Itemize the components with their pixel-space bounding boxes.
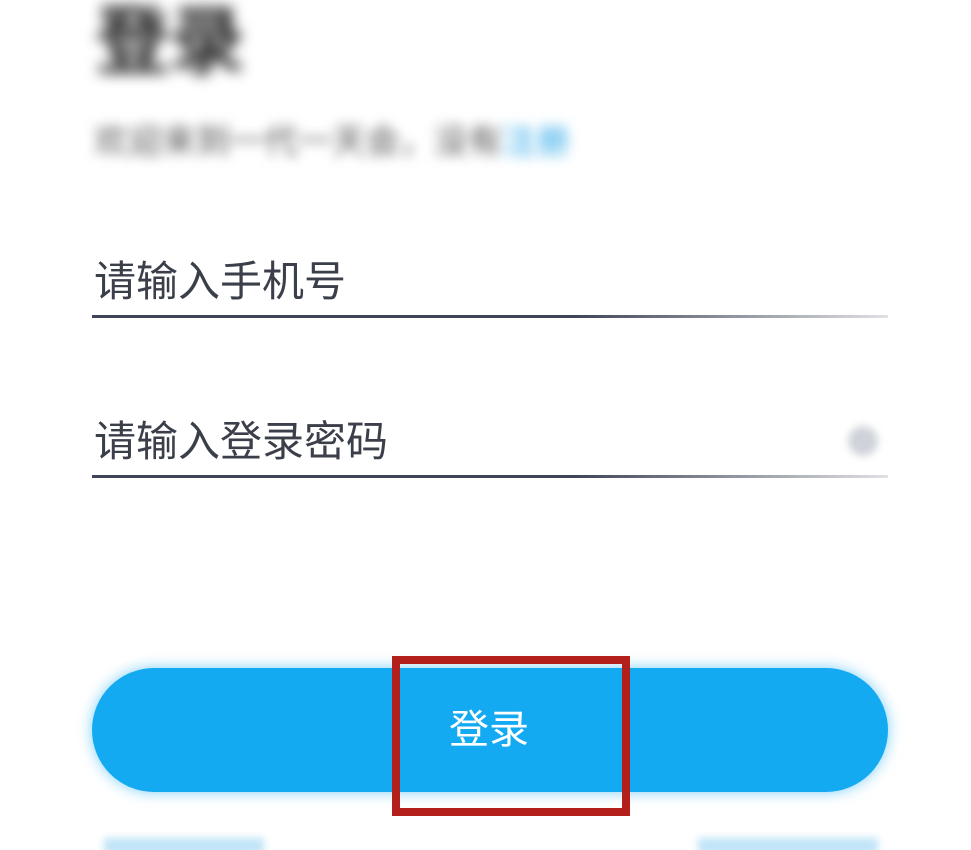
bottom-link-left[interactable] — [104, 838, 264, 850]
page-subtitle: 欢迎来到一代一天会，没有注册 — [94, 118, 570, 166]
phone-input[interactable] — [94, 248, 794, 314]
bottom-link-right[interactable] — [698, 838, 878, 850]
login-page: 登录 欢迎来到一代一天会，没有注册 登录 — [0, 0, 971, 850]
password-input[interactable] — [94, 408, 794, 474]
page-title: 登录 — [96, 0, 244, 85]
password-field — [92, 408, 892, 481]
register-link[interactable]: 注册 — [502, 122, 570, 162]
underline-fade — [572, 311, 892, 321]
subtitle-text: 欢迎来到一代一天会，没有 — [94, 122, 502, 162]
login-button[interactable]: 登录 — [92, 668, 888, 792]
login-button-label: 登录 — [449, 707, 529, 753]
phone-field — [92, 248, 892, 321]
eye-icon[interactable] — [848, 426, 878, 456]
underline-fade — [572, 471, 892, 481]
